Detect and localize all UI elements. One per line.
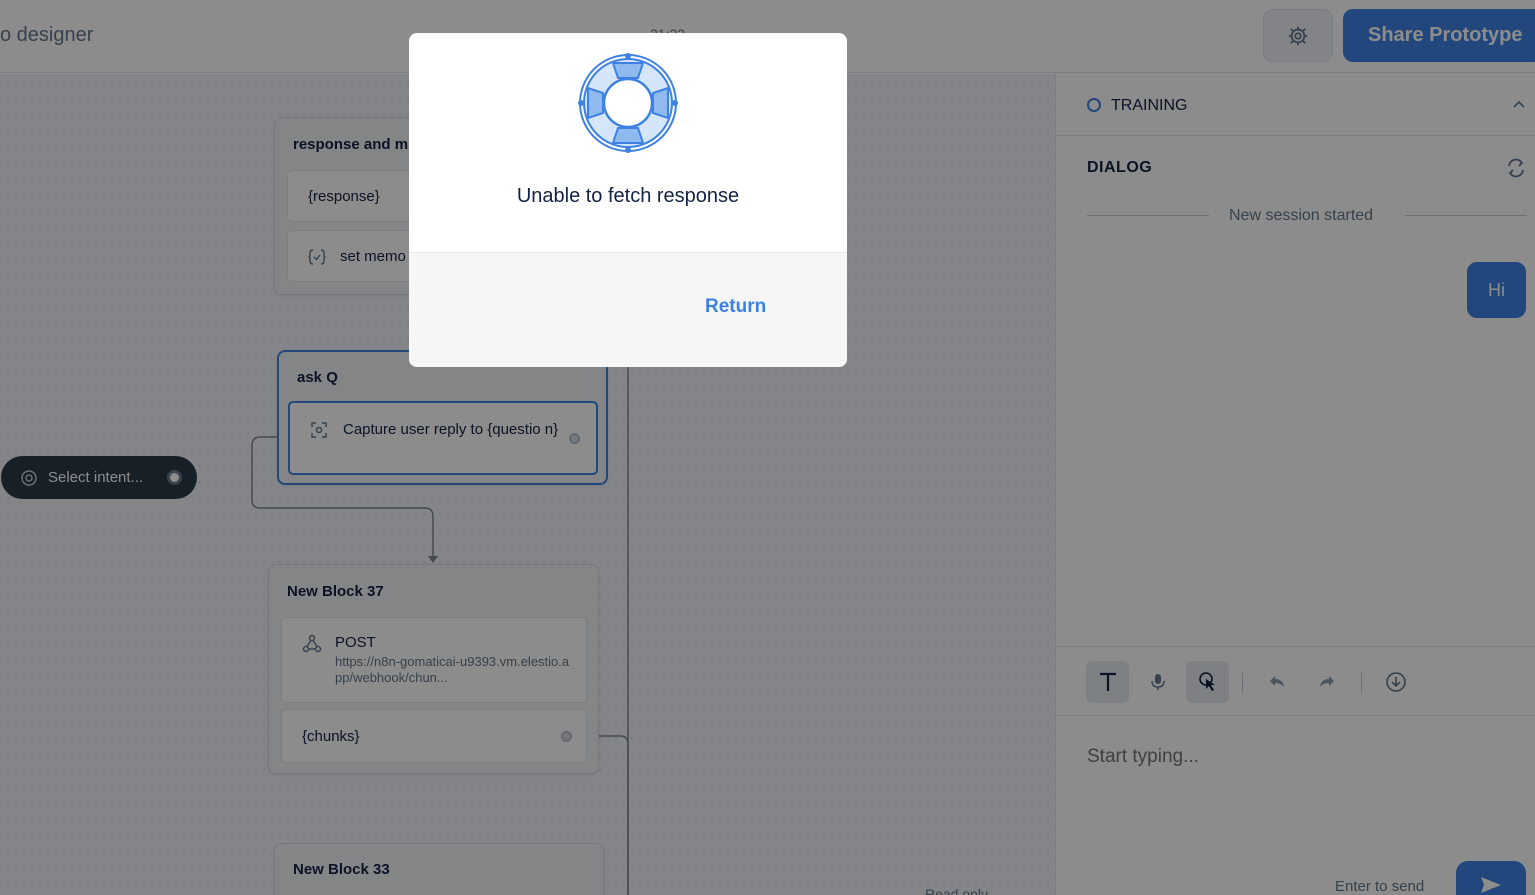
return-button[interactable]: Return [705,296,766,318]
error-message: Unable to fetch response [516,185,740,207]
error-modal: Unable to fetch response Return [409,33,847,367]
lifebuoy-icon [578,53,678,153]
modal-footer: Return [409,252,847,367]
